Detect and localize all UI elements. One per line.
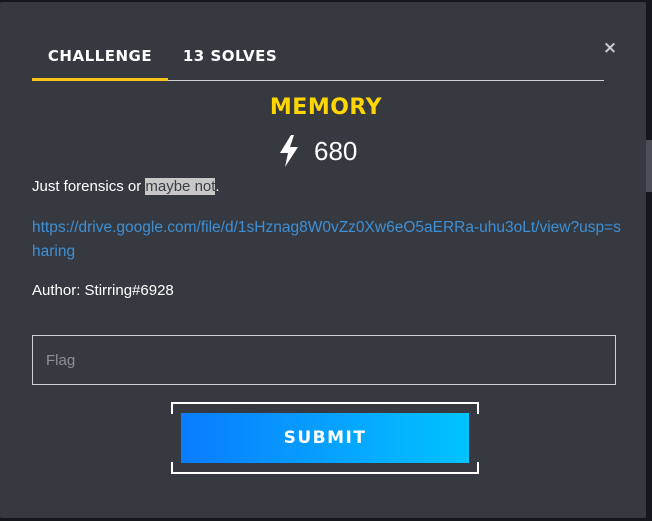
frame-edge: [181, 472, 469, 474]
flag-input[interactable]: [32, 335, 616, 385]
tab-solves[interactable]: 13 Solves: [180, 34, 280, 78]
challenge-title: Memory: [269, 95, 383, 120]
submit-button[interactable]: Submit: [181, 413, 469, 463]
challenge-points: 680: [278, 132, 357, 170]
description-end: .: [215, 178, 220, 195]
tab-challenge[interactable]: Challenge: [32, 34, 168, 81]
challenge-file-link[interactable]: https://drive.google.com/file/d/1sHznag8…: [32, 216, 622, 264]
background-scrollbar[interactable]: [646, 140, 652, 192]
challenge-description: Just forensics or maybe not.: [32, 178, 220, 195]
lightning-bolt-icon: [280, 135, 298, 167]
challenge-author: Author: Stirring#6928: [32, 282, 174, 299]
submit-button-frame: Submit: [171, 402, 479, 474]
description-highlight: maybe not: [145, 178, 216, 195]
description-text: Just forensics or: [32, 178, 146, 195]
modal-tabs: Challenge 13 Solves: [32, 34, 604, 81]
frame-edge: [181, 402, 469, 404]
challenge-modal: Challenge 13 Solves × Memory 680 Just fo…: [0, 2, 646, 518]
points-value: 680: [314, 135, 358, 166]
close-icon[interactable]: ×: [602, 38, 618, 58]
